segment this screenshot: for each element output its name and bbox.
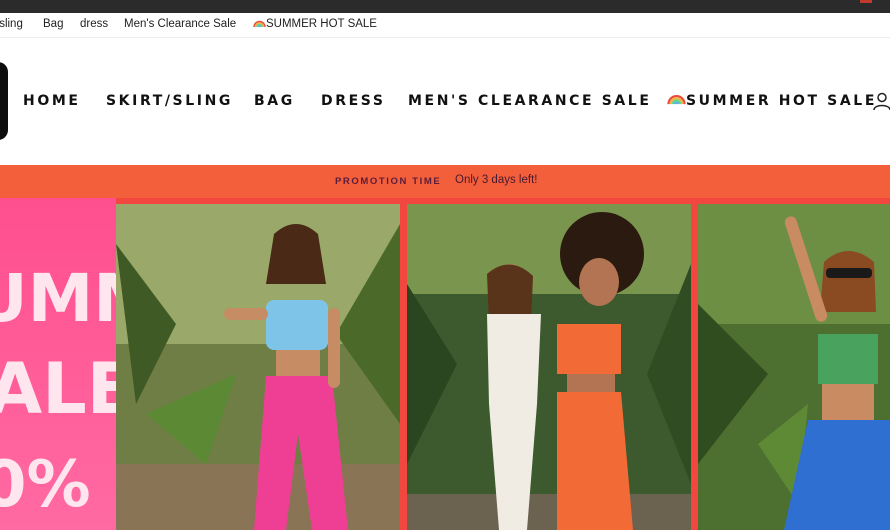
subnav-item-label: SUMMER HOT SALE	[266, 18, 377, 30]
promo-bar: PROMOTION TIME Only 3 days left!	[0, 165, 890, 198]
rainbow-icon	[253, 21, 266, 28]
hero-section: UMMER ALE 0% OFF	[0, 198, 890, 530]
nav-item-summer-hot-sale[interactable]: SUMMER HOT SALE	[667, 93, 877, 109]
secondary-nav: /sling Bag dress Men's Clearance Sale SU…	[0, 13, 890, 38]
top-bar	[0, 0, 890, 13]
logo[interactable]	[0, 62, 8, 140]
main-nav: HOME SKIRT/SLING BAG DRESS MEN'S CLEARAN…	[0, 38, 890, 165]
photo-image	[407, 204, 691, 530]
subnav-item-mens-clearance[interactable]: Men's Clearance Sale	[124, 18, 236, 30]
hero-photo-3[interactable]	[698, 204, 890, 530]
hero-photo-2[interactable]	[407, 204, 691, 530]
subnav-item-summer-hot-sale[interactable]: SUMMER HOT SALE	[253, 18, 377, 30]
user-icon[interactable]	[872, 91, 890, 111]
nav-item-label: SUMMER HOT SALE	[686, 93, 877, 109]
nav-item-skirt-sling[interactable]: SKIRT/SLING	[106, 93, 233, 109]
banner-line-3: 0% OFF	[0, 448, 116, 522]
subnav-item-sling[interactable]: /sling	[0, 18, 23, 30]
banner-line-2: ALE	[0, 348, 116, 430]
hero-photo-1[interactable]	[116, 204, 400, 530]
banner-line-1: UMMER	[0, 260, 116, 337]
nav-item-mens-clearance[interactable]: MEN'S CLEARANCE SALE	[408, 93, 652, 109]
nav-item-bag[interactable]: BAG	[254, 93, 295, 109]
promo-text: Only 3 days left!	[455, 174, 538, 186]
promo-label: PROMOTION TIME	[335, 176, 442, 187]
nav-item-home[interactable]: HOME	[23, 93, 81, 109]
sale-banner[interactable]: UMMER ALE 0% OFF	[0, 198, 116, 530]
top-bar-accent	[860, 0, 872, 3]
photo-image	[116, 204, 400, 530]
subnav-item-dress[interactable]: dress	[80, 18, 108, 30]
photo-image	[698, 204, 890, 530]
subnav-item-bag[interactable]: Bag	[43, 18, 63, 30]
rainbow-icon	[667, 95, 686, 105]
nav-item-dress[interactable]: DRESS	[321, 93, 386, 109]
